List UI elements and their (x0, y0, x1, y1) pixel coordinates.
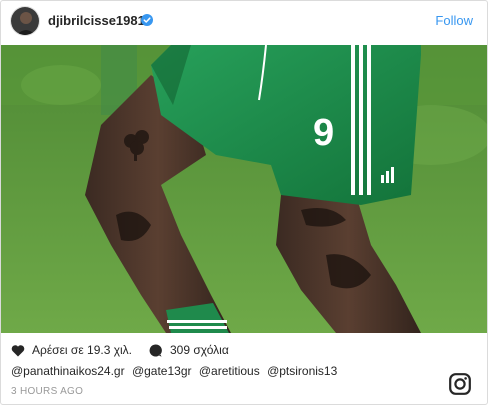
instagram-icon[interactable] (449, 373, 471, 395)
mention-link[interactable]: @gate13gr (132, 364, 192, 378)
heart-icon (11, 344, 25, 356)
username-link[interactable]: djibrilcisse1981 (48, 13, 145, 28)
like-button[interactable]: Αρέσει σε 19.3 χιλ. (11, 343, 132, 357)
instagram-embed-card: djibrilcisse1981 Follow 9 Αρέσει σε 19.3… (0, 0, 488, 405)
post-photo[interactable]: 9 (1, 45, 487, 333)
mention-link[interactable]: @ptsironis13 (267, 364, 337, 378)
post-caption: @panathinaikos24.gr @gate13gr @aretitiou… (11, 364, 341, 378)
jersey-number-text: 9 (313, 112, 334, 154)
avatar[interactable] (10, 6, 40, 36)
mention-link[interactable]: @panathinaikos24.gr (11, 364, 125, 378)
follow-button[interactable]: Follow (435, 13, 473, 28)
verified-badge-icon (141, 13, 153, 26)
comments-button[interactable]: 309 σχόλια (149, 343, 229, 357)
post-timestamp: 3 HOURS AGO (11, 386, 84, 397)
comments-count: 309 σχόλια (170, 343, 229, 357)
comment-bubble-icon (149, 343, 162, 357)
post-actions: Αρέσει σε 19.3 χιλ. 309 σχόλια (1, 333, 487, 363)
post-header: djibrilcisse1981 Follow (1, 1, 487, 45)
likes-count: Αρέσει σε 19.3 χιλ. (32, 343, 133, 357)
mention-link[interactable]: @aretitious (199, 364, 260, 378)
